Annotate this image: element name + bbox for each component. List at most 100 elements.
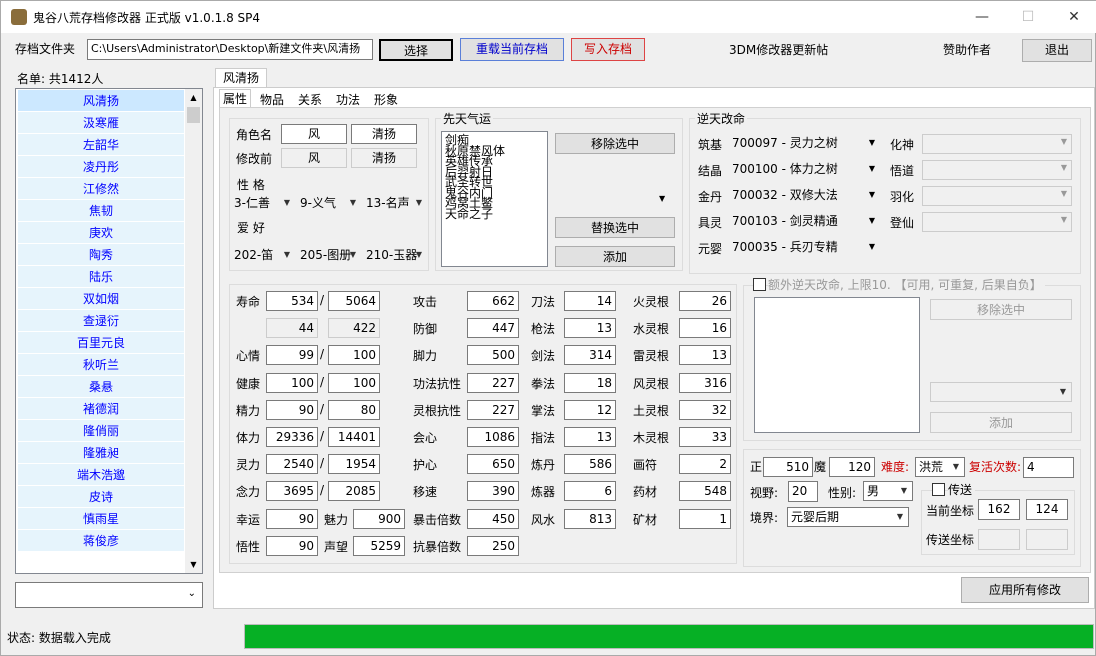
- stat-input[interactable]: 500: [467, 345, 519, 366]
- destiny-select[interactable]: 700035 - 兵刃专精 ▼: [729, 238, 879, 258]
- destiny-select[interactable]: 700097 - 灵力之树 ▼: [729, 134, 879, 154]
- maximize-button[interactable]: ☐: [1005, 1, 1051, 33]
- stat-input[interactable]: 5064: [328, 291, 380, 311]
- stat-input[interactable]: 316: [679, 372, 731, 393]
- list-item[interactable]: 江修然: [18, 178, 184, 200]
- list-item[interactable]: 陶秀: [18, 244, 184, 266]
- close-button[interactable]: ✕: [1051, 1, 1096, 33]
- stat-input[interactable]: 12: [564, 399, 616, 420]
- stat-input[interactable]: 900: [353, 508, 405, 529]
- hobby-select-2[interactable]: 205-图册 ▼: [297, 246, 361, 266]
- destiny-select[interactable]: 700032 - 双修大法 ▼: [729, 186, 879, 206]
- scroll-up-icon[interactable]: ▲: [185, 89, 202, 106]
- teleport-checkbox[interactable]: [932, 483, 945, 496]
- gender-select[interactable]: 男 ▼: [863, 481, 913, 501]
- stat-input[interactable]: 227: [467, 399, 519, 420]
- personality-select-1[interactable]: 3-仁善 ▼: [231, 194, 295, 214]
- stat-input[interactable]: 100: [266, 372, 318, 393]
- destiny-select[interactable]: ▼: [922, 134, 1072, 154]
- innate-select-arrow[interactable]: ▼: [659, 194, 665, 203]
- list-item[interactable]: 桑悬: [18, 376, 184, 398]
- innate-remove-button[interactable]: 移除选中: [555, 133, 675, 154]
- stat-input[interactable]: 90: [266, 535, 318, 556]
- stat-input[interactable]: 100: [328, 372, 380, 393]
- stat-input[interactable]: 6: [564, 481, 616, 502]
- stat-input[interactable]: 534: [266, 291, 318, 311]
- destiny-select[interactable]: ▼: [922, 212, 1072, 232]
- list-item[interactable]: 汲寒雁: [18, 112, 184, 134]
- tab-attributes[interactable]: 属性: [219, 89, 251, 108]
- list-item[interactable]: 隆俏丽: [18, 420, 184, 442]
- list-item[interactable]: 秋听兰: [18, 354, 184, 376]
- scroll-down-icon[interactable]: ▼: [185, 556, 202, 573]
- list-item[interactable]: 庚欢: [18, 222, 184, 244]
- list-item[interactable]: 焦韧: [18, 200, 184, 222]
- hobby-select-3[interactable]: 210-玉器 ▼: [363, 246, 427, 266]
- exit-button[interactable]: 退出: [1022, 39, 1092, 62]
- teleport-x-field[interactable]: [978, 529, 1020, 550]
- save-path-field[interactable]: C:\Users\Administrator\Desktop\新建文件夹\风清扬: [87, 39, 373, 60]
- stat-input[interactable]: 548: [679, 481, 731, 502]
- extra-destiny-checkbox[interactable]: [753, 278, 766, 291]
- stat-input[interactable]: 447: [467, 318, 519, 339]
- stat-input[interactable]: 33: [679, 427, 731, 447]
- destiny-select[interactable]: ▼: [922, 186, 1072, 206]
- stat-input[interactable]: 100: [328, 345, 380, 366]
- stat-input[interactable]: 13: [679, 345, 731, 366]
- extra-remove-button[interactable]: 移除选中: [930, 299, 1072, 320]
- stat-input[interactable]: 13: [564, 318, 616, 339]
- list-item[interactable]: 查逯衍: [18, 310, 184, 332]
- innate-list[interactable]: 剑痴 秋原禁风体 英雄传承 后羿射日 武圣转世 鬼谷内门 鸡窝土鳖 天命之子: [441, 131, 548, 267]
- realm-select[interactable]: 元婴后期 ▼: [787, 507, 909, 527]
- stat-input[interactable]: 99: [266, 345, 318, 366]
- forum-link[interactable]: 3DM修改器更新帖: [729, 42, 828, 58]
- mo-input[interactable]: 120: [829, 457, 875, 477]
- stat-input[interactable]: 1: [679, 508, 731, 529]
- stat-input[interactable]: 2540: [266, 454, 318, 475]
- list-item[interactable]: 皮诗: [18, 486, 184, 508]
- stat-input[interactable]: 227: [467, 372, 519, 393]
- stat-input[interactable]: 5259: [353, 535, 405, 556]
- list-item[interactable]: 蒋俊彦: [18, 530, 184, 552]
- select-button[interactable]: 选择: [379, 39, 453, 61]
- destiny-select[interactable]: 700103 - 剑灵精通 ▼: [729, 212, 879, 232]
- apply-all-button[interactable]: 应用所有修改: [961, 577, 1089, 603]
- stat-input[interactable]: 90: [266, 508, 318, 529]
- extra-add-button[interactable]: 添加: [930, 412, 1072, 433]
- personality-select-2[interactable]: 9-义气 ▼: [297, 194, 361, 214]
- stat-input[interactable]: 14: [564, 291, 616, 311]
- list-item[interactable]: 慎雨星: [18, 508, 184, 530]
- roster-list[interactable]: 风清扬 汲寒雁 左韶华 凌丹彤 江修然 焦韧 庚欢 陶秀 陆乐 双如烟 查逯衍 百里元良 秋听兰 桑悬 褚德…: [15, 88, 203, 574]
- hobby-select-1[interactable]: 202-笛 ▼: [231, 246, 295, 266]
- innate-list-item[interactable]: 天命之子: [445, 208, 544, 219]
- vision-input[interactable]: 20: [788, 481, 818, 502]
- surname-input[interactable]: 风: [281, 124, 347, 144]
- list-item[interactable]: 双如烟: [18, 288, 184, 310]
- stat-input[interactable]: 2: [679, 454, 731, 475]
- stat-input[interactable]: 314: [564, 345, 616, 366]
- stat-input[interactable]: 32: [679, 399, 731, 420]
- stat-input[interactable]: 650: [467, 454, 519, 475]
- stat-input[interactable]: 26: [679, 291, 731, 311]
- list-item[interactable]: 陆乐: [18, 266, 184, 288]
- extra-select[interactable]: ▼: [930, 382, 1072, 402]
- destiny-select[interactable]: 700100 - 体力之树 ▼: [729, 160, 879, 180]
- list-item[interactable]: 褚德润: [18, 398, 184, 420]
- stat-input[interactable]: 450: [467, 508, 519, 529]
- extra-destiny-list[interactable]: [754, 297, 920, 433]
- list-item[interactable]: 端木浩邈: [18, 464, 184, 486]
- list-item[interactable]: 百里元良: [18, 332, 184, 354]
- list-item[interactable]: 凌丹彤: [18, 156, 184, 178]
- difficulty-select[interactable]: 洪荒 ▼: [915, 457, 965, 477]
- scroll-thumb[interactable]: [187, 107, 200, 123]
- stat-input[interactable]: 16: [679, 318, 731, 339]
- stat-input[interactable]: 29336: [266, 427, 318, 447]
- list-item[interactable]: 隆雅昶: [18, 442, 184, 464]
- teleport-y-field[interactable]: [1026, 529, 1068, 550]
- stat-input[interactable]: 250: [467, 535, 519, 556]
- minimize-button[interactable]: —: [959, 1, 1005, 33]
- given-name-input[interactable]: 清扬: [351, 124, 417, 144]
- roster-scrollbar[interactable]: ▲ ▼: [185, 89, 202, 573]
- stat-input[interactable]: 813: [564, 508, 616, 529]
- stat-input[interactable]: 80: [328, 399, 380, 420]
